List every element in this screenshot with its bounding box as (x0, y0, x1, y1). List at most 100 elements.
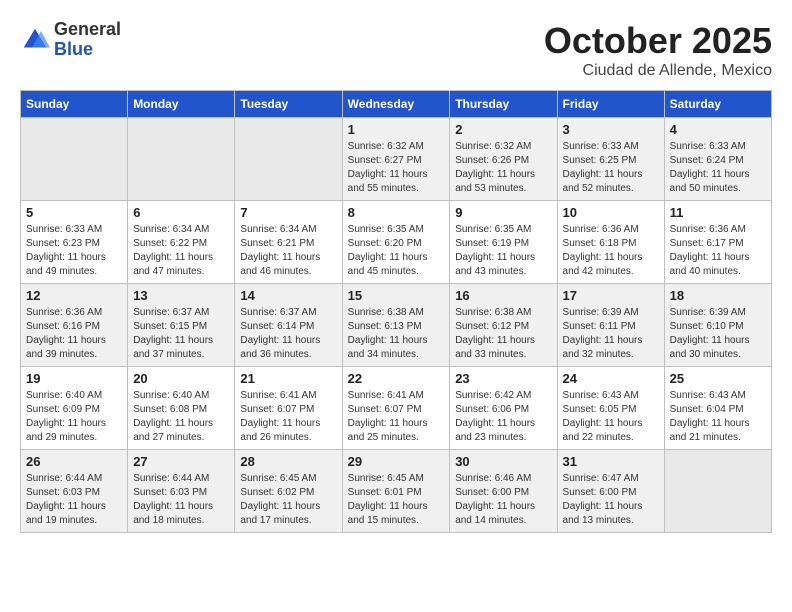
day-number: 31 (563, 454, 659, 469)
calendar-week-row: 26 Sunrise: 6:44 AMSunset: 6:03 PMDayligh… (21, 450, 772, 533)
day-number: 4 (670, 122, 766, 137)
weekday-header-thursday: Thursday (450, 91, 557, 118)
day-number: 30 (455, 454, 551, 469)
day-info: Sunrise: 6:33 AMSunset: 6:24 PMDaylight:… (670, 140, 766, 196)
day-number: 19 (26, 371, 122, 386)
day-info: Sunrise: 6:41 AMSunset: 6:07 PMDaylight:… (348, 389, 445, 445)
day-info: Sunrise: 6:33 AMSunset: 6:23 PMDaylight:… (26, 223, 122, 279)
title-area: October 2025 Ciudad de Allende, Mexico (544, 20, 772, 80)
day-info: Sunrise: 6:39 AMSunset: 6:11 PMDaylight:… (563, 306, 659, 362)
day-info: Sunrise: 6:47 AMSunset: 6:00 PMDaylight:… (563, 472, 659, 528)
day-number: 28 (240, 454, 336, 469)
calendar-cell: 1 Sunrise: 6:32 AMSunset: 6:27 PMDaylight… (342, 118, 450, 201)
day-info: Sunrise: 6:38 AMSunset: 6:13 PMDaylight:… (348, 306, 445, 362)
day-number: 26 (26, 454, 122, 469)
day-number: 13 (133, 288, 229, 303)
weekday-header-monday: Monday (128, 91, 235, 118)
weekday-header-sunday: Sunday (21, 91, 128, 118)
day-info: Sunrise: 6:42 AMSunset: 6:06 PMDaylight:… (455, 389, 551, 445)
calendar-cell (235, 118, 342, 201)
calendar-cell: 2 Sunrise: 6:32 AMSunset: 6:26 PMDaylight… (450, 118, 557, 201)
header: General Blue October 2025 Ciudad de Alle… (20, 20, 772, 80)
calendar-cell: 8 Sunrise: 6:35 AMSunset: 6:20 PMDaylight… (342, 201, 450, 284)
calendar-cell: 13 Sunrise: 6:37 AMSunset: 6:15 PMDayligh… (128, 284, 235, 367)
calendar-cell: 14 Sunrise: 6:37 AMSunset: 6:14 PMDayligh… (235, 284, 342, 367)
day-info: Sunrise: 6:40 AMSunset: 6:08 PMDaylight:… (133, 389, 229, 445)
calendar-cell: 27 Sunrise: 6:44 AMSunset: 6:03 PMDayligh… (128, 450, 235, 533)
logo-general: General (54, 20, 121, 40)
calendar-cell: 4 Sunrise: 6:33 AMSunset: 6:24 PMDaylight… (664, 118, 771, 201)
weekday-header-wednesday: Wednesday (342, 91, 450, 118)
calendar-cell (21, 118, 128, 201)
day-info: Sunrise: 6:40 AMSunset: 6:09 PMDaylight:… (26, 389, 122, 445)
day-info: Sunrise: 6:44 AMSunset: 6:03 PMDaylight:… (133, 472, 229, 528)
day-info: Sunrise: 6:45 AMSunset: 6:01 PMDaylight:… (348, 472, 445, 528)
day-info: Sunrise: 6:39 AMSunset: 6:10 PMDaylight:… (670, 306, 766, 362)
calendar-cell: 3 Sunrise: 6:33 AMSunset: 6:25 PMDaylight… (557, 118, 664, 201)
day-number: 16 (455, 288, 551, 303)
day-number: 14 (240, 288, 336, 303)
day-number: 22 (348, 371, 445, 386)
day-info: Sunrise: 6:34 AMSunset: 6:21 PMDaylight:… (240, 223, 336, 279)
calendar-cell: 23 Sunrise: 6:42 AMSunset: 6:06 PMDayligh… (450, 367, 557, 450)
calendar-cell: 31 Sunrise: 6:47 AMSunset: 6:00 PMDayligh… (557, 450, 664, 533)
month-title: October 2025 (544, 20, 772, 62)
day-info: Sunrise: 6:36 AMSunset: 6:17 PMDaylight:… (670, 223, 766, 279)
logo-blue: Blue (54, 40, 121, 60)
day-number: 2 (455, 122, 551, 137)
day-number: 6 (133, 205, 229, 220)
day-info: Sunrise: 6:32 AMSunset: 6:27 PMDaylight:… (348, 140, 445, 196)
day-number: 25 (670, 371, 766, 386)
day-info: Sunrise: 6:36 AMSunset: 6:18 PMDaylight:… (563, 223, 659, 279)
calendar-cell: 24Sunrise: 6:43 AMSunset: 6:05 PMDayligh… (557, 367, 664, 450)
day-number: 17 (563, 288, 659, 303)
calendar-cell: 11Sunrise: 6:36 AMSunset: 6:17 PMDayligh… (664, 201, 771, 284)
day-info: Sunrise: 6:43 AMSunset: 6:04 PMDaylight:… (670, 389, 766, 445)
weekday-header-friday: Friday (557, 91, 664, 118)
day-number: 10 (563, 205, 659, 220)
calendar-cell: 9 Sunrise: 6:35 AMSunset: 6:19 PMDaylight… (450, 201, 557, 284)
day-info: Sunrise: 6:32 AMSunset: 6:26 PMDaylight:… (455, 140, 551, 196)
calendar-cell: 22 Sunrise: 6:41 AMSunset: 6:07 PMDayligh… (342, 367, 450, 450)
calendar-header-row: SundayMondayTuesdayWednesdayThursdayFrid… (21, 91, 772, 118)
day-info: Sunrise: 6:45 AMSunset: 6:02 PMDaylight:… (240, 472, 336, 528)
day-info: Sunrise: 6:35 AMSunset: 6:19 PMDaylight:… (455, 223, 551, 279)
day-info: Sunrise: 6:37 AMSunset: 6:15 PMDaylight:… (133, 306, 229, 362)
logo: General Blue (20, 20, 121, 60)
calendar-cell: 10 Sunrise: 6:36 AMSunset: 6:18 PMDayligh… (557, 201, 664, 284)
location-subtitle: Ciudad de Allende, Mexico (544, 62, 772, 80)
day-number: 1 (348, 122, 445, 137)
weekday-header-tuesday: Tuesday (235, 91, 342, 118)
day-number: 8 (348, 205, 445, 220)
day-number: 23 (455, 371, 551, 386)
day-number: 15 (348, 288, 445, 303)
calendar-cell: 25 Sunrise: 6:43 AMSunset: 6:04 PMDayligh… (664, 367, 771, 450)
day-number: 5 (26, 205, 122, 220)
day-number: 18 (670, 288, 766, 303)
day-number: 27 (133, 454, 229, 469)
calendar-cell: 18 Sunrise: 6:39 AMSunset: 6:10 PMDayligh… (664, 284, 771, 367)
calendar-week-row: 19 Sunrise: 6:40 AMSunset: 6:09 PMDayligh… (21, 367, 772, 450)
day-info: Sunrise: 6:46 AMSunset: 6:00 PMDaylight:… (455, 472, 551, 528)
day-info: Sunrise: 6:44 AMSunset: 6:03 PMDaylight:… (26, 472, 122, 528)
day-info: Sunrise: 6:35 AMSunset: 6:20 PMDaylight:… (348, 223, 445, 279)
calendar-cell: 16 Sunrise: 6:38 AMSunset: 6:12 PMDayligh… (450, 284, 557, 367)
calendar-cell (664, 450, 771, 533)
day-number: 12 (26, 288, 122, 303)
day-number: 21 (240, 371, 336, 386)
day-number: 20 (133, 371, 229, 386)
calendar-cell: 6Sunrise: 6:34 AMSunset: 6:22 PMDaylight… (128, 201, 235, 284)
day-info: Sunrise: 6:43 AMSunset: 6:05 PMDaylight:… (563, 389, 659, 445)
day-number: 29 (348, 454, 445, 469)
day-info: Sunrise: 6:38 AMSunset: 6:12 PMDaylight:… (455, 306, 551, 362)
day-number: 9 (455, 205, 551, 220)
day-number: 3 (563, 122, 659, 137)
calendar-cell: 30 Sunrise: 6:46 AMSunset: 6:00 PMDayligh… (450, 450, 557, 533)
day-info: Sunrise: 6:37 AMSunset: 6:14 PMDaylight:… (240, 306, 336, 362)
calendar-cell: 17 Sunrise: 6:39 AMSunset: 6:11 PMDayligh… (557, 284, 664, 367)
calendar-table: SundayMondayTuesdayWednesdayThursdayFrid… (20, 90, 772, 533)
calendar-cell: 21Sunrise: 6:41 AMSunset: 6:07 PMDayligh… (235, 367, 342, 450)
calendar-cell (128, 118, 235, 201)
day-info: Sunrise: 6:33 AMSunset: 6:25 PMDaylight:… (563, 140, 659, 196)
calendar-cell: 29 Sunrise: 6:45 AMSunset: 6:01 PMDayligh… (342, 450, 450, 533)
